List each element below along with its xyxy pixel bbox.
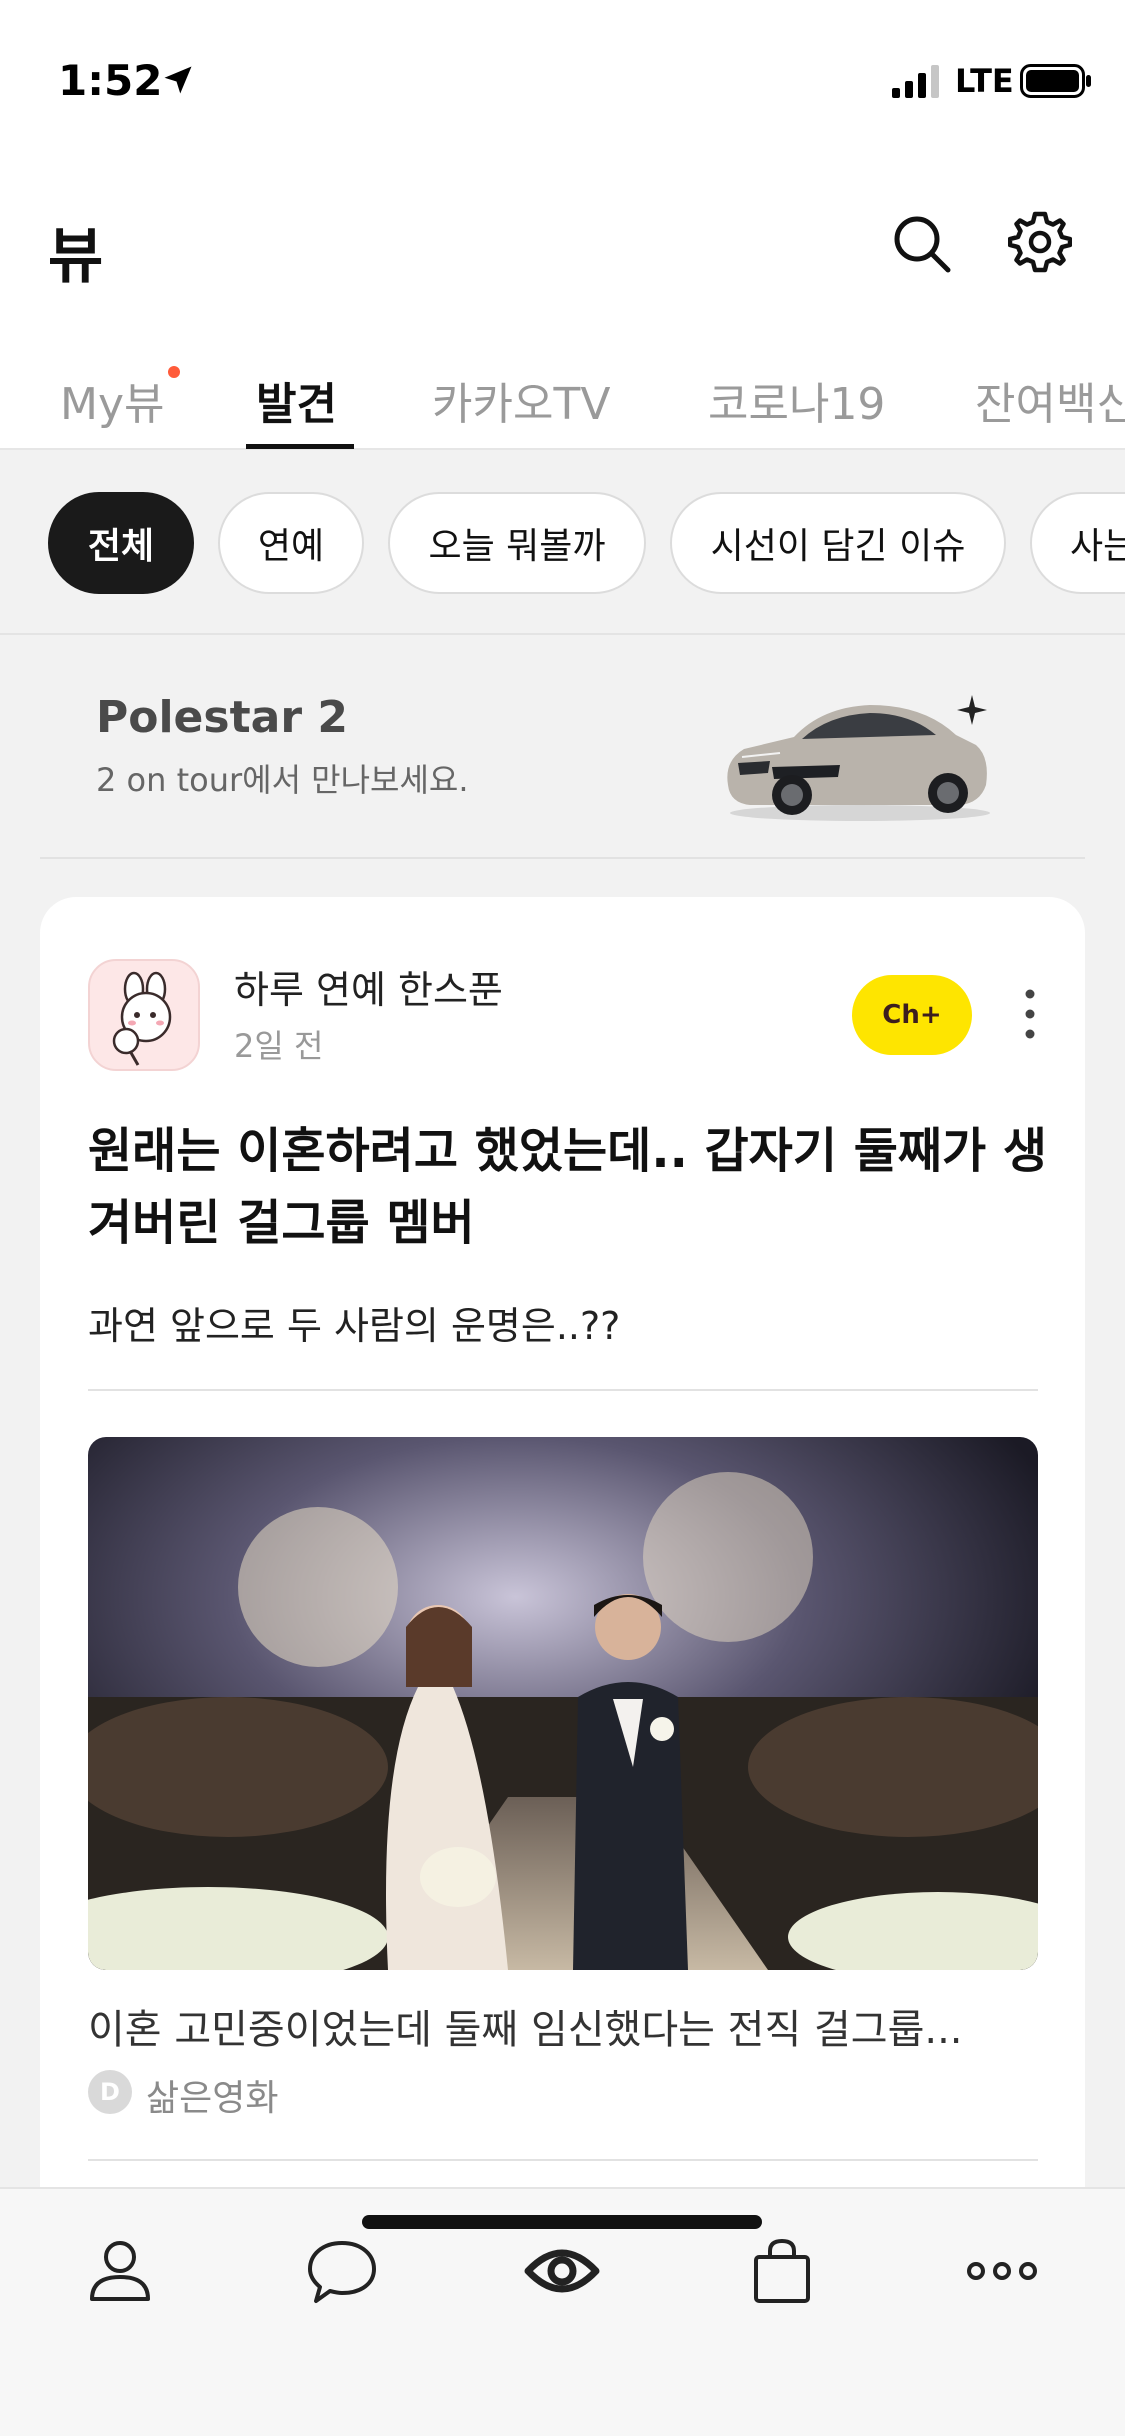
location-arrow-icon — [164, 66, 192, 94]
tab-my-view[interactable]: My뷰 — [60, 368, 164, 432]
home-indicator — [362, 2215, 762, 2229]
status-time: 1:52 — [58, 56, 163, 105]
ch-plus-label: Ch+ — [882, 1000, 942, 1030]
source-name[interactable]: 삶은영화 — [146, 2069, 278, 2121]
chip-issue[interactable]: 시선이 담긴 이슈 — [670, 492, 1006, 594]
post-time: 2일 전 — [234, 1027, 324, 1065]
chip-what-to-watch[interactable]: 오늘 뭐볼까 — [388, 492, 646, 594]
header: 뷰 My뷰 발견 카카오TV 코로나19 잔여백신 — [0, 150, 1125, 450]
active-tab-indicator — [246, 444, 354, 449]
search-icon[interactable] — [890, 212, 952, 274]
source-logo-letter: D — [100, 2078, 120, 2106]
wedding-photo — [88, 1437, 1038, 1970]
network-type: LTE — [955, 62, 1014, 100]
content-card[interactable]: 하루 연예 한스푼 2일 전 Ch+ 원래는 이혼하려고 했었는데.. 갑자기 … — [40, 897, 1085, 2317]
chip-living[interactable]: 사는 — [1030, 492, 1125, 594]
photo-caption[interactable]: 이혼 고민중이었는데 둘째 임신했다는 전직 걸그룹... — [88, 1997, 1038, 2055]
car-image — [727, 695, 990, 821]
chip-all[interactable]: 전체 — [48, 492, 194, 594]
article-photo[interactable] — [88, 1437, 1038, 1970]
tab-vaccine[interactable]: 잔여백신 — [975, 368, 1125, 432]
ad-title: Polestar 2 — [96, 692, 348, 743]
divider — [88, 1389, 1038, 1391]
view-eye-icon[interactable] — [522, 2231, 602, 2311]
battery-icon — [1020, 64, 1091, 98]
new-badge — [168, 366, 180, 378]
article-subtext: 과연 앞으로 두 사람의 운명은..?? — [88, 1304, 621, 1348]
channel-avatar[interactable] — [88, 959, 200, 1071]
tab-kakao-tv[interactable]: 카카오TV — [432, 368, 610, 432]
page-title: 뷰 — [48, 222, 104, 292]
chat-bubble-icon[interactable] — [302, 2231, 382, 2311]
ad-subtitle: 2 on tour에서 만나보세요. — [96, 761, 469, 799]
gear-icon[interactable] — [1008, 210, 1072, 274]
more-vertical-icon[interactable] — [1020, 987, 1040, 1041]
signal-icon — [892, 65, 939, 98]
channel-add-button[interactable]: Ch+ — [852, 975, 972, 1055]
chip-entertainment[interactable]: 연예 — [218, 492, 364, 594]
category-chips: 전체 연예 오늘 뭐볼까 시선이 담긴 이슈 사는 — [0, 450, 1125, 635]
tab-covid19[interactable]: 코로나19 — [708, 368, 885, 432]
source-logo-icon: D — [88, 2070, 132, 2114]
divider — [88, 2159, 1038, 2161]
more-horizontal-icon[interactable] — [962, 2231, 1042, 2311]
ad-banner[interactable]: Polestar 2 2 on tour에서 만나보세요. — [40, 637, 1085, 859]
article-headline[interactable]: 원래는 이혼하려고 했었는데.. 갑자기 둘째가 생겨버린 걸그룹 멤버 — [88, 1115, 1048, 1259]
tab-bar: My뷰 발견 카카오TV 코로나19 잔여백신 — [0, 340, 1125, 450]
bunny-mascot-icon — [112, 971, 172, 1066]
person-icon[interactable] — [80, 2231, 160, 2311]
tab-discover[interactable]: 발견 — [256, 368, 337, 432]
shopping-bag-icon[interactable] — [742, 2231, 822, 2311]
channel-name[interactable]: 하루 연예 한스푼 — [234, 959, 503, 1014]
status-bar: 1:52 LTE — [0, 0, 1125, 150]
